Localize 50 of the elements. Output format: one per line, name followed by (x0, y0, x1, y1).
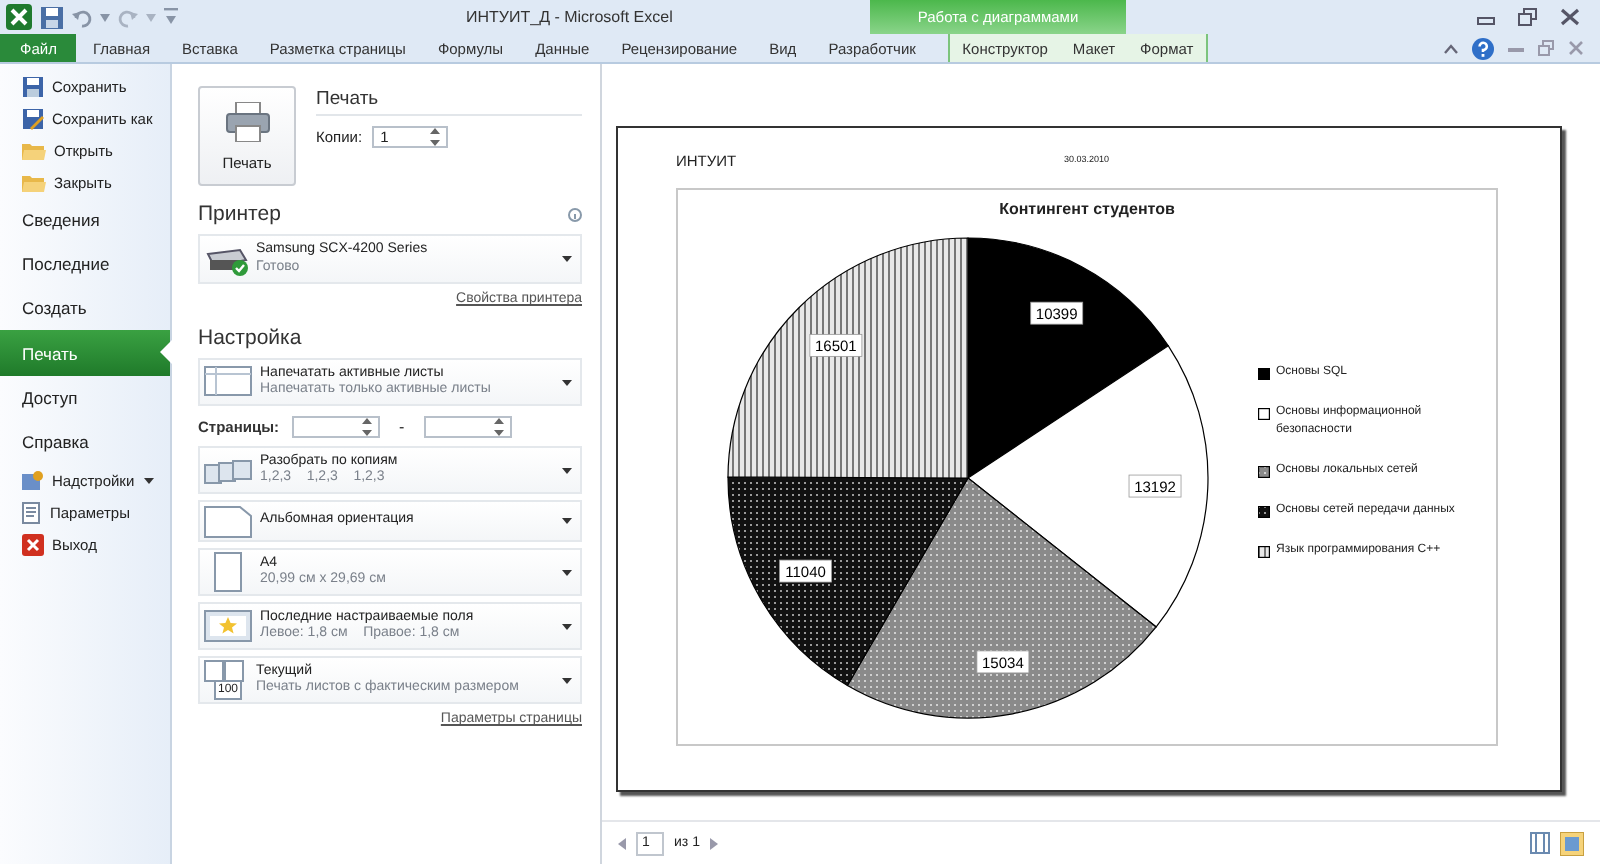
next-page-icon[interactable] (709, 837, 718, 849)
redo-icon[interactable] (118, 7, 138, 27)
caret-icon (144, 477, 155, 483)
menu-item[interactable]: Создать (0, 286, 170, 330)
dropdown-arrow-icon (562, 569, 572, 575)
landscape-page-icon (204, 505, 252, 537)
window-title: ИНТУИТ_Д - Microsoft Excel (466, 8, 673, 26)
excel-logo-icon[interactable] (6, 4, 32, 30)
menu-item[interactable]: Сведения (0, 198, 170, 242)
dropdown-arrow-icon (562, 623, 572, 629)
undo-icon[interactable] (72, 7, 92, 27)
info-icon[interactable] (568, 207, 582, 221)
collate-icon (204, 456, 252, 484)
dropdown-arrow-icon[interactable] (146, 13, 156, 21)
dropdown-arrow-icon (562, 518, 572, 524)
section-heading: Печать (316, 86, 582, 116)
show-margins-icon[interactable] (1530, 832, 1550, 854)
dropdown-arrow-icon (562, 256, 572, 262)
save-icon (22, 75, 44, 97)
margins-icon (204, 610, 252, 642)
dropdown-arrow-icon[interactable] (100, 13, 110, 21)
addins-icon (22, 469, 44, 491)
chart-title: Контингент студентов (997, 198, 1177, 222)
dropdown-arrow-icon (562, 467, 572, 473)
selection-pointer (160, 340, 172, 364)
section-heading: Принтер (198, 202, 281, 226)
zoom-to-page-icon[interactable] (1560, 831, 1584, 855)
sheet-icon (204, 364, 252, 400)
collapse-ribbon-icon[interactable] (1444, 43, 1458, 53)
folder-icon (22, 172, 46, 192)
page-to-spinner[interactable] (424, 415, 513, 437)
page-from-spinner[interactable] (291, 415, 379, 437)
exit-icon (22, 533, 44, 555)
menu-item[interactable]: Доступ (0, 376, 170, 420)
save-as-icon (22, 107, 44, 129)
help-icon[interactable] (1472, 37, 1494, 59)
previous-page-icon[interactable] (618, 837, 626, 849)
range-separator: - (399, 417, 405, 435)
close-icon[interactable] (1560, 8, 1580, 26)
document-icon (22, 501, 42, 523)
menu-item[interactable]: Последние (0, 242, 170, 286)
folder-icon (22, 140, 46, 160)
dropdown-arrow-icon (562, 379, 572, 385)
save-icon[interactable] (40, 5, 64, 29)
printer-icon (225, 101, 269, 141)
menu-item[interactable]: Печать (0, 330, 170, 376)
dropdown-arrow-icon (562, 677, 572, 683)
menu-item[interactable]: Справка (0, 420, 170, 464)
section-heading: Настройка (198, 326, 302, 350)
customize-toolbar-icon[interactable] (164, 8, 178, 26)
